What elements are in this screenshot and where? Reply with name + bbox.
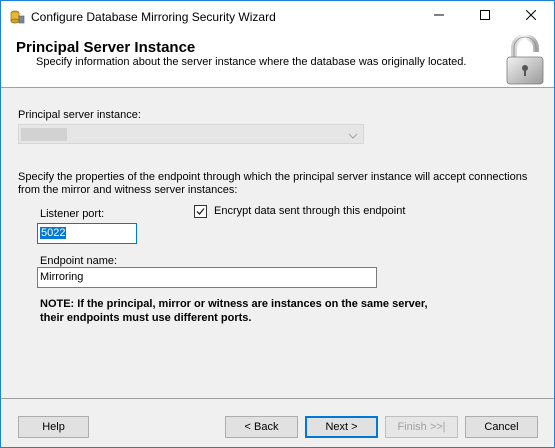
endpoint-name-input[interactable]: Mirroring xyxy=(37,267,377,288)
listener-port-label: Listener port: xyxy=(40,208,105,220)
close-button[interactable] xyxy=(508,1,554,32)
principal-instance-label: Principal server instance: xyxy=(18,109,141,121)
close-icon xyxy=(525,9,537,23)
encrypt-checkbox[interactable] xyxy=(194,205,207,218)
back-button[interactable]: < Back xyxy=(225,416,298,438)
maximize-icon xyxy=(480,10,490,23)
endpoint-description-line1: Specify the properties of the endpoint t… xyxy=(18,171,528,183)
note-line1: NOTE: If the principal, mirror or witnes… xyxy=(40,298,428,310)
principal-instance-value xyxy=(21,128,67,141)
wizard-body: Principal server instance: Specify the p… xyxy=(1,88,554,398)
finish-button[interactable]: Finish >>| xyxy=(385,416,458,438)
note-line2: their endpoints must use different ports… xyxy=(40,312,252,324)
minimize-button[interactable] xyxy=(416,1,462,32)
footer-separator xyxy=(1,398,554,399)
endpoint-name-label: Endpoint name: xyxy=(40,255,118,267)
principal-instance-combobox[interactable] xyxy=(18,124,364,144)
encrypt-label[interactable]: Encrypt data sent through this endpoint xyxy=(214,205,405,217)
page-subtitle: Specify information about the server ins… xyxy=(36,56,467,68)
cancel-button[interactable]: Cancel xyxy=(465,416,538,438)
wizard-header: Principal Server Instance Specify inform… xyxy=(1,32,554,88)
wizard-window: Configure Database Mirroring Security Wi… xyxy=(0,0,555,448)
page-title: Principal Server Instance xyxy=(16,39,196,56)
endpoint-description-line2: from the mirror and witness server insta… xyxy=(18,184,238,196)
help-button[interactable]: Help xyxy=(18,416,89,438)
next-button[interactable]: Next > xyxy=(305,416,378,438)
ports-note: NOTE: If the principal, mirror or witnes… xyxy=(40,297,428,325)
chevron-down-icon xyxy=(348,130,358,142)
maximize-button[interactable] xyxy=(462,1,508,32)
lock-icon xyxy=(501,34,549,86)
endpoint-name-value: Mirroring xyxy=(40,271,84,283)
minimize-icon xyxy=(434,10,444,23)
window-title: Configure Database Mirroring Security Wi… xyxy=(31,10,276,24)
listener-port-input[interactable]: 5022 xyxy=(37,223,137,244)
database-wizard-icon xyxy=(9,9,25,25)
title-bar[interactable]: Configure Database Mirroring Security Wi… xyxy=(1,1,554,32)
listener-port-value: 5022 xyxy=(40,227,67,239)
